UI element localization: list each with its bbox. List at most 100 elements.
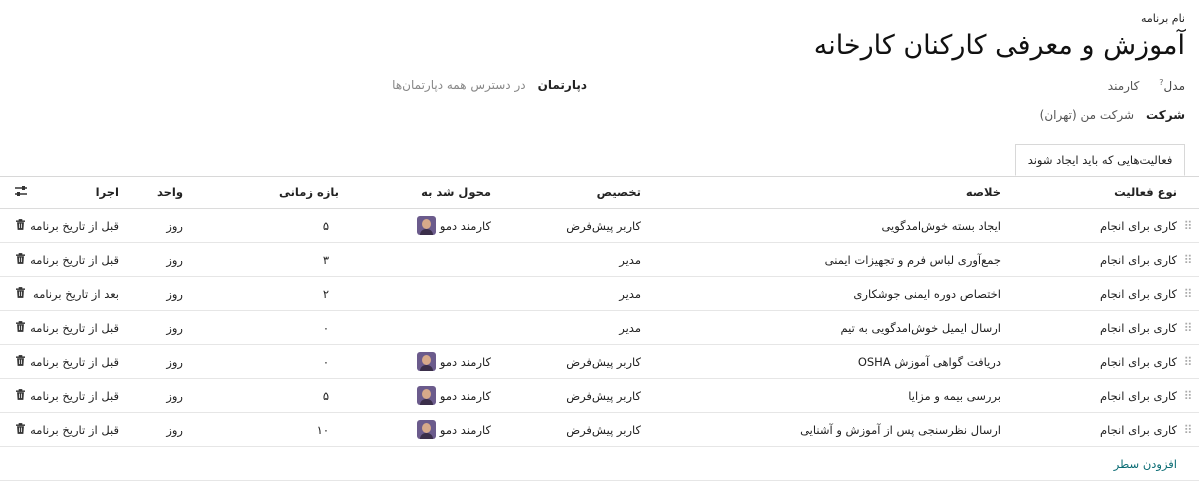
cell-trigger[interactable]: قبل از تاریخ برنامه (30, 412, 119, 447)
trash-icon[interactable] (16, 218, 25, 230)
cell-trigger[interactable]: بعد از تاریخ برنامه (33, 276, 119, 311)
cell-assigned-to[interactable]: کارمند دمو (339, 344, 491, 379)
cell-summary[interactable]: جمع‌آوری لباس فرم و تجهیزات ایمنی (641, 242, 1001, 277)
trash-icon[interactable] (16, 286, 25, 298)
cell-summary[interactable]: ارسال نظرسنجی پس از آموزش و آشنایی (641, 412, 1001, 447)
cell-unit[interactable]: روز (119, 208, 183, 243)
cell-activity-type[interactable]: کاری برای انجام (1001, 242, 1177, 277)
add-line-cell: افزودن سطر (0, 446, 1177, 481)
drag-handle-icon[interactable]: ⠿ (1177, 208, 1199, 243)
col-assigned-to[interactable]: محول شد به (339, 176, 491, 209)
cell-assignment[interactable]: مدیر (491, 276, 641, 311)
cell-assignment[interactable]: کاربر پیش‌فرض (491, 378, 641, 413)
cell-interval[interactable]: ۳ (183, 242, 339, 277)
program-title[interactable]: آموزش و معرفی کارکنان کارخانه (814, 30, 1185, 61)
trash-icon[interactable] (16, 320, 25, 332)
cell-summary[interactable]: ارسال ایمیل خوش‌امدگویی به تیم (641, 310, 1001, 345)
cell-summary[interactable]: دریافت گواهی آموزش OSHA (641, 344, 1001, 379)
drag-handle-icon[interactable]: ⠿ (1177, 378, 1199, 413)
table-row[interactable]: ⠿ کاری برای انجام ایجاد بسته خوش‌امدگویی… (0, 208, 1199, 243)
cell-assignment[interactable]: کاربر پیش‌فرض (491, 208, 641, 243)
drag-handle-icon[interactable]: ⠿ (1177, 412, 1199, 447)
trash-icon[interactable] (16, 354, 25, 366)
cell-unit[interactable]: روز (119, 276, 183, 311)
sliders-icon[interactable] (14, 185, 28, 197)
table-header-row: نوع فعالیت خلاصه تخصیص محول شد به بازه ز… (0, 176, 1199, 209)
cell-activity-type[interactable]: کاری برای انجام (1001, 378, 1177, 413)
col-trigger[interactable]: اجرا (41, 176, 119, 209)
tab-activities-to-create[interactable]: فعالیت‌هایی که باید ایجاد شوند (1015, 144, 1185, 176)
col-assignment[interactable]: تخصیص (491, 176, 641, 209)
cell-interval[interactable]: ۰ (183, 310, 339, 345)
cell-trigger[interactable]: قبل از تاریخ برنامه (30, 344, 119, 379)
model-field: مدل? کارمند (1108, 78, 1185, 93)
cell-assignment[interactable]: مدیر (491, 310, 641, 345)
table-row[interactable]: ⠿ کاری برای انجام ارسال نظرسنجی پس از آم… (0, 412, 1199, 447)
col-unit[interactable]: واحد (119, 176, 183, 209)
col-interval[interactable]: بازه زمانی (183, 176, 339, 209)
cell-summary[interactable]: ایجاد بسته خوش‌امدگویی (641, 208, 1001, 243)
cell-assignment[interactable]: مدیر (491, 242, 641, 277)
cell-activity-type[interactable]: کاری برای انجام (1001, 412, 1177, 447)
cell-unit[interactable]: روز (119, 344, 183, 379)
cell-assigned-to[interactable]: کارمند دمو (339, 378, 491, 413)
table-row[interactable]: ⠿ کاری برای انجام بررسی بیمه و مزایا کار… (0, 378, 1199, 413)
trash-icon[interactable] (16, 422, 25, 434)
cell-assigned-to[interactable]: کارمند دمو (339, 208, 491, 243)
cell-assigned-to[interactable] (339, 276, 491, 311)
cell-unit[interactable]: روز (119, 242, 183, 277)
assignee-name: کارمند دمو (439, 218, 491, 233)
cell-summary[interactable]: بررسی بیمه و مزایا (641, 378, 1001, 413)
cell-interval[interactable]: ۲ (183, 276, 339, 311)
cell-activity-type[interactable]: کاری برای انجام (1001, 310, 1177, 345)
column-settings-button[interactable] (0, 176, 41, 209)
model-value[interactable]: کارمند (1108, 79, 1140, 93)
cell-activity-type[interactable]: کاری برای انجام (1001, 208, 1177, 243)
cell-trigger[interactable]: قبل از تاریخ برنامه (30, 378, 119, 413)
cell-assignment[interactable]: کاربر پیش‌فرض (491, 344, 641, 379)
cell-unit[interactable]: روز (119, 412, 183, 447)
assignee: کارمند دمو (416, 420, 491, 439)
col-summary[interactable]: خلاصه (641, 176, 1001, 209)
activities-table: نوع فعالیت خلاصه تخصیص محول شد به بازه ز… (0, 176, 1199, 481)
cell-unit[interactable]: روز (119, 310, 183, 345)
assignee-name: کارمند دمو (439, 422, 491, 437)
cell-activity-type[interactable]: کاری برای انجام (1001, 276, 1177, 311)
cell-interval[interactable]: ۱۰ (183, 412, 339, 447)
cell-assigned-to[interactable] (339, 310, 491, 345)
table-row[interactable]: ⠿ کاری برای انجام جمع‌آوری لباس فرم و تج… (0, 242, 1199, 277)
cell-trigger[interactable]: قبل از تاریخ برنامه (30, 242, 119, 277)
company-label: شرکت (1146, 108, 1185, 122)
assignee: کارمند دمو (416, 352, 491, 371)
add-line-row: افزودن سطر (0, 446, 1199, 481)
trash-icon[interactable] (16, 388, 25, 400)
col-activity-type[interactable]: نوع فعالیت (1001, 176, 1177, 209)
table-row[interactable]: ⠿ کاری برای انجام اختصاص دوره ایمنی جوشک… (0, 276, 1199, 311)
department-value[interactable]: در دسترس همه دپارتمان‌ها (392, 78, 525, 92)
add-line-link[interactable]: افزودن سطر (1114, 457, 1177, 471)
table-row[interactable]: ⠿ کاری برای انجام ارسال ایمیل خوش‌امدگوی… (0, 310, 1199, 345)
cell-assigned-to[interactable] (339, 242, 491, 277)
cell-interval[interactable]: ۵ (183, 208, 339, 243)
cell-activity-type[interactable]: کاری برای انجام (1001, 344, 1177, 379)
drag-handle-icon[interactable]: ⠿ (1177, 242, 1199, 277)
cell-assigned-to[interactable]: کارمند دمو (339, 412, 491, 447)
drag-handle-icon[interactable]: ⠿ (1177, 344, 1199, 379)
cell-unit[interactable]: روز (119, 378, 183, 413)
drag-handle-icon[interactable]: ⠿ (1177, 310, 1199, 345)
header-handle (1177, 176, 1199, 209)
company-value[interactable]: شرکت من (تهران) (1040, 108, 1134, 122)
cell-interval[interactable]: ۵ (183, 378, 339, 413)
cell-assignment[interactable]: کاربر پیش‌فرض (491, 412, 641, 447)
department-label: دپارتمان (537, 78, 587, 92)
drag-handle-icon[interactable]: ⠿ (1177, 276, 1199, 311)
cell-interval[interactable]: ۰ (183, 344, 339, 379)
program-name-label: نام برنامه (1140, 12, 1185, 25)
cell-trigger[interactable]: قبل از تاریخ برنامه (30, 310, 119, 345)
table-row[interactable]: ⠿ کاری برای انجام دریافت گواهی آموزش OSH… (0, 344, 1199, 379)
avatar (416, 352, 436, 371)
trash-icon[interactable] (16, 252, 25, 264)
cell-trigger[interactable]: قبل از تاریخ برنامه (30, 208, 119, 243)
company-field: شرکت شرکت من (تهران) (1040, 108, 1185, 122)
cell-summary[interactable]: اختصاص دوره ایمنی جوشکاری (641, 276, 1001, 311)
